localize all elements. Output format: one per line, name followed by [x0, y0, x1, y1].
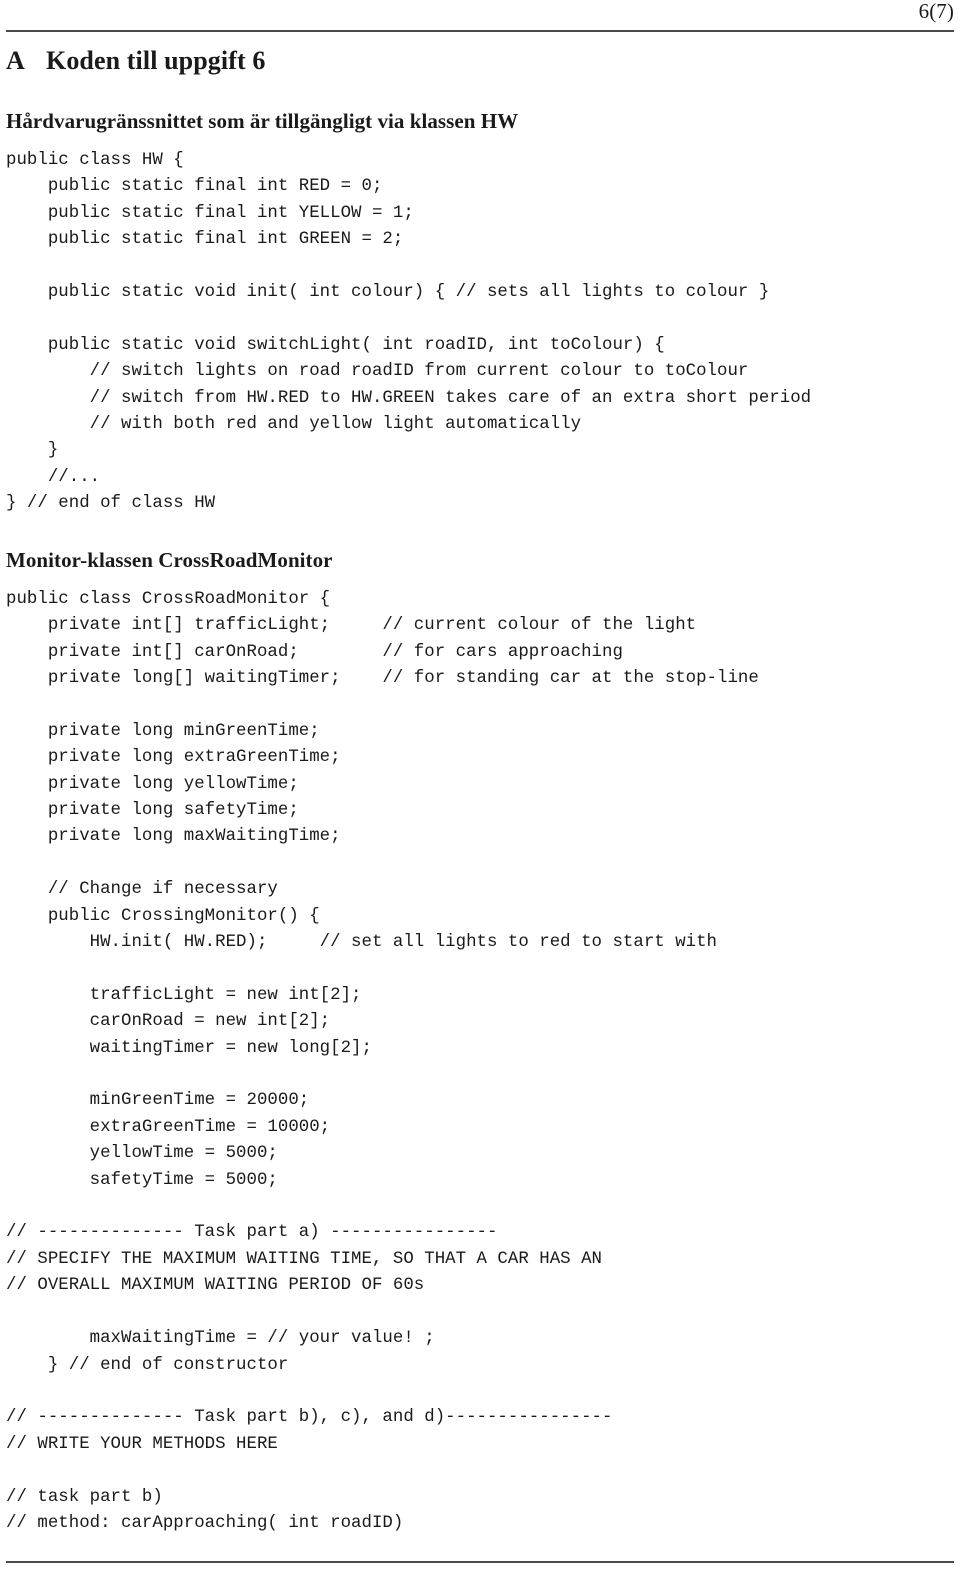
section-title-text: Koden till uppgift 6: [46, 46, 266, 75]
document-page: 6(7) A Koden till uppgift 6 Hårdvarugräns…: [0, 0, 960, 1573]
page-header: 6(7): [6, 0, 954, 34]
header-rule: [6, 30, 954, 32]
section-letter: A: [6, 46, 25, 75]
document-body: A Koden till uppgift 6 Hårdvarugränssnitt…: [6, 46, 954, 1537]
code-block-monitor: public class CrossRoadMonitor { private …: [6, 589, 759, 1533]
code-block-hw: public class HW { public static final in…: [6, 150, 812, 514]
footer-rule: [6, 1561, 954, 1563]
section-heading: A Koden till uppgift 6: [6, 46, 954, 77]
subsection-heading-monitor: Monitor-klassen CrossRoadMonitor: [6, 547, 333, 572]
subsection-heading-hw: Hårdvarugränssnittet som är tillgängligt…: [6, 108, 519, 133]
page-number: 6(7): [918, 0, 954, 23]
